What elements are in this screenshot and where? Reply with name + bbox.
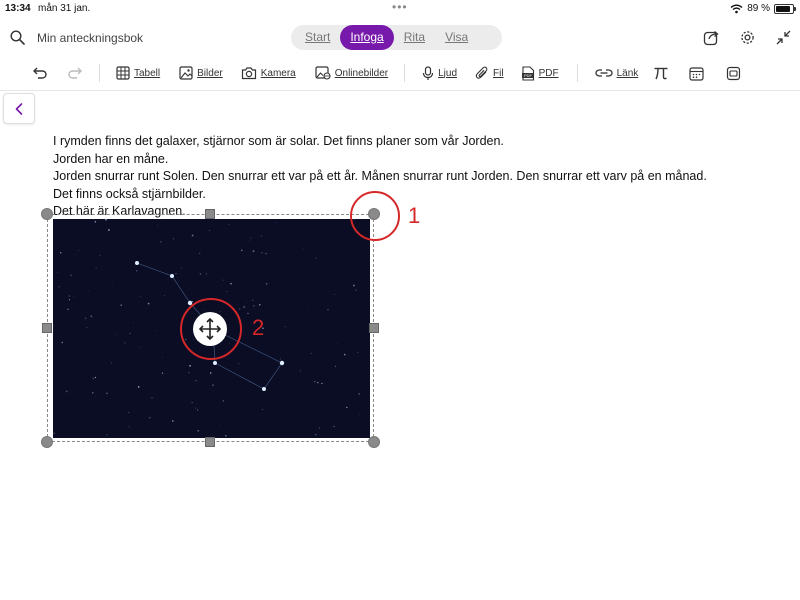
- header: Min anteckningsbok Start Infoga Rita Vis…: [0, 22, 800, 54]
- tab-rita[interactable]: Rita: [394, 25, 435, 50]
- microphone-icon: [423, 65, 434, 80]
- insert-camera-button[interactable]: Kamera: [241, 66, 296, 80]
- insert-pdf-button[interactable]: PDF PDF: [521, 65, 559, 81]
- battery-percent: 89 %: [747, 3, 770, 14]
- multitasking-dots-icon[interactable]: •••: [392, 0, 408, 14]
- resize-handle-right[interactable]: [369, 323, 379, 333]
- toolbar-divider-line: [0, 90, 800, 91]
- battery-icon: [774, 3, 796, 14]
- insert-equation-button[interactable]: [653, 65, 669, 81]
- ribbon-tabs: Start Infoga Rita Visa: [291, 25, 502, 50]
- table-icon: [116, 66, 130, 80]
- online-picture-icon: [315, 66, 331, 80]
- insert-pictures-label: Bilder: [197, 67, 223, 79]
- svg-text:PDF: PDF: [524, 73, 533, 78]
- page-template-icon: [727, 66, 741, 80]
- insert-page-template-button[interactable]: [726, 66, 741, 81]
- link-icon: [594, 69, 613, 77]
- insert-table-button[interactable]: Tabell: [116, 66, 160, 80]
- header-actions: [702, 28, 792, 46]
- toolbar-divider: [404, 64, 406, 82]
- note-line: Jorden har en måne.: [53, 151, 169, 166]
- insert-meeting-details-button[interactable]: [689, 66, 704, 81]
- resize-handle-bottom-left[interactable]: [41, 436, 53, 448]
- camera-icon: [241, 67, 256, 80]
- calendar-icon: [689, 66, 704, 81]
- tab-visa[interactable]: Visa: [435, 25, 478, 50]
- insert-audio-button[interactable]: Ljud: [422, 65, 458, 81]
- insert-pictures-button[interactable]: Bilder: [179, 66, 223, 80]
- insert-file-button[interactable]: Fil: [475, 66, 504, 81]
- insert-table-label: Tabell: [134, 67, 161, 79]
- status-right: 89 %: [730, 3, 796, 14]
- insert-online-pictures-label: Onlinebilder: [334, 67, 389, 79]
- resize-handle-top-left[interactable]: [41, 208, 53, 220]
- gear-icon[interactable]: [738, 28, 756, 46]
- toolbar-divider: [576, 64, 578, 82]
- resize-handle-bottom-right[interactable]: [368, 436, 380, 448]
- tab-start[interactable]: Start: [295, 25, 340, 50]
- picture-icon: [179, 66, 193, 80]
- search-icon[interactable]: [10, 30, 25, 45]
- undo-icon: [33, 67, 47, 79]
- status-time: 13:34: [5, 3, 31, 14]
- insert-link-button[interactable]: Länk: [594, 67, 639, 79]
- share-icon[interactable]: [702, 28, 720, 46]
- annotation-number-2: 2: [252, 315, 265, 340]
- resize-handle-left[interactable]: [42, 323, 52, 333]
- insert-toolbar: Tabell Bilder Kamera Onlinebilder Ljud F…: [0, 58, 800, 88]
- chevron-left-icon: [15, 102, 23, 115]
- notebook-title[interactable]: Min anteckningsbok: [37, 31, 143, 45]
- note-line: I rymden finns det galaxer, stjärnor som…: [53, 134, 504, 148]
- collapse-icon[interactable]: [774, 28, 792, 46]
- status-date: mån 31 jan.: [38, 3, 91, 14]
- pdf-icon: PDF: [521, 65, 534, 81]
- redo-button[interactable]: [67, 66, 83, 80]
- annotation-circle-1: [350, 191, 400, 241]
- note-line: Jorden snurrar runt Solen. Den snurrar e…: [53, 169, 707, 183]
- annotation-circle-2: [180, 298, 242, 360]
- resize-handle-top[interactable]: [205, 209, 215, 219]
- tab-infoga[interactable]: Infoga: [340, 25, 394, 50]
- redo-icon: [68, 67, 82, 79]
- undo-button[interactable]: [32, 66, 48, 80]
- insert-link-label: Länk: [616, 67, 639, 79]
- wifi-icon: [730, 4, 743, 13]
- back-button[interactable]: [3, 93, 35, 124]
- insert-file-label: Fil: [493, 67, 504, 79]
- paperclip-icon: [475, 66, 488, 79]
- annotation-number-1: 1: [408, 203, 421, 228]
- resize-handle-bottom[interactable]: [205, 437, 215, 447]
- insert-camera-label: Kamera: [260, 67, 296, 79]
- insert-online-pictures-button[interactable]: Onlinebilder: [315, 66, 388, 80]
- status-bar: 13:34 mån 31 jan. ••• 89 %: [0, 0, 800, 18]
- insert-audio-label: Ljud: [438, 67, 458, 79]
- insert-pdf-label: PDF: [538, 67, 559, 79]
- toolbar-divider: [99, 64, 100, 82]
- pi-icon: [654, 67, 668, 80]
